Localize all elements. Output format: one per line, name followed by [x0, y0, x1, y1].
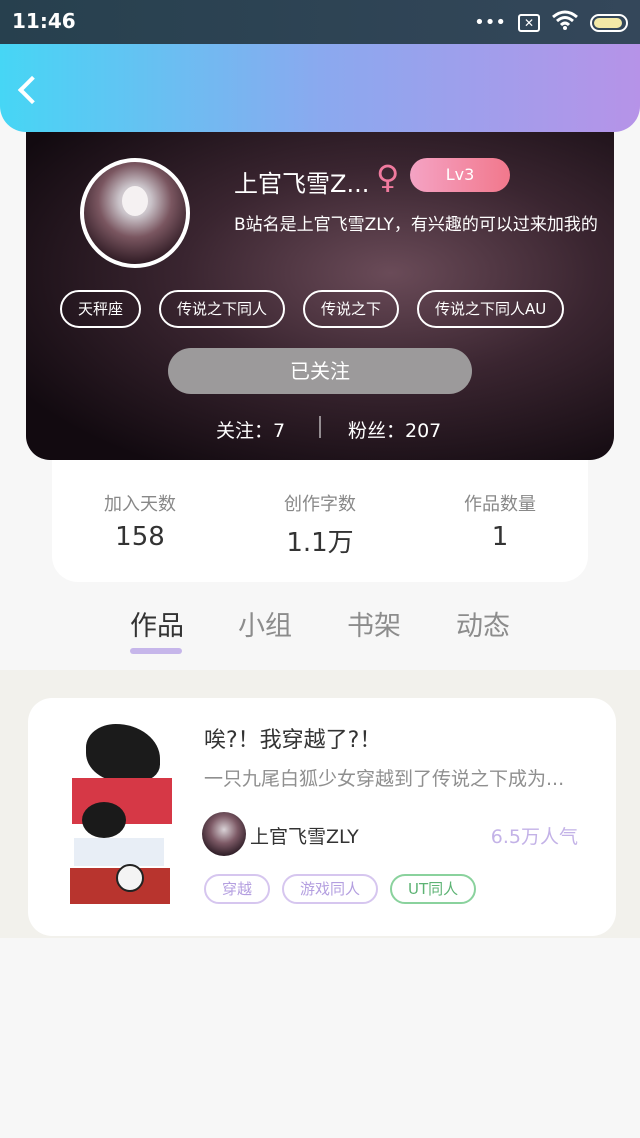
- status-bar: 11:46 ••• ✕: [0, 0, 640, 44]
- profile-bio: B站名是上官飞雪ZLY，有兴趣的可以过来加我的: [234, 215, 598, 235]
- avatar[interactable]: [80, 158, 190, 268]
- works-list: 唉?！我穿越了?！ 一只九尾白狐少女穿越到了传说之下成为... 上官飞雪ZLY …: [0, 670, 640, 938]
- stat-value: 158: [115, 522, 165, 552]
- stat-label: 创作字数: [284, 494, 356, 515]
- profile-tag[interactable]: 传说之下: [303, 290, 400, 328]
- tab-bar: 作品 小组 书架 动态: [0, 600, 640, 670]
- level-badge: Lv3: [410, 158, 510, 192]
- work-card[interactable]: 唉?！我穿越了?！ 一只九尾白狐少女穿越到了传说之下成为... 上官飞雪ZLY …: [28, 698, 616, 936]
- book-cover[interactable]: [64, 718, 176, 904]
- active-tab-indicator: [130, 648, 182, 654]
- work-tag[interactable]: 游戏同人: [282, 874, 379, 904]
- work-description: 一只九尾白狐少女穿越到了传说之下成为...: [204, 768, 565, 790]
- stat-word-count: 创作字数 1.1万: [250, 490, 390, 559]
- stat-label: 作品数量: [464, 494, 536, 515]
- stat-label: 加入天数: [104, 494, 176, 515]
- work-tag[interactable]: 穿越: [204, 874, 271, 904]
- stat-value: 1.1万: [286, 528, 354, 558]
- tab-activity[interactable]: 动态: [456, 604, 510, 643]
- stat-works-count: 作品数量 1: [430, 490, 570, 552]
- profile-tag[interactable]: 天秤座: [60, 290, 142, 328]
- tab-groups[interactable]: 小组: [238, 604, 292, 643]
- following-count[interactable]: 关注：7: [216, 416, 285, 443]
- more-dots-icon: •••: [474, 12, 506, 33]
- tab-bookshelf[interactable]: 书架: [347, 604, 401, 643]
- work-author[interactable]: 上官飞雪ZLY: [250, 822, 359, 849]
- notification-icon: ✕: [518, 13, 540, 32]
- fans-count[interactable]: 粉丝：207: [348, 416, 441, 443]
- stat-join-days: 加入天数 158: [70, 490, 210, 552]
- profile-card: 上官飞雪Z... ♀ Lv3 B站名是上官飞雪ZLY，有兴趣的可以过来加我的 天…: [26, 120, 614, 460]
- work-title[interactable]: 唉?！我穿越了?！: [204, 722, 381, 754]
- female-icon: ♀: [376, 158, 400, 196]
- author-avatar[interactable]: [202, 812, 246, 856]
- tab-works[interactable]: 作品: [130, 604, 184, 643]
- divider: [319, 416, 321, 438]
- work-tags: 穿越 游戏同人 UT同人: [204, 874, 477, 904]
- profile-tag[interactable]: 传说之下同人AU: [417, 290, 565, 328]
- stats-panel: 加入天数 158 创作字数 1.1万 作品数量 1: [52, 456, 588, 582]
- header-bar: [0, 44, 640, 132]
- status-time: 11:46: [12, 9, 76, 33]
- back-arrow-icon[interactable]: [17, 75, 47, 105]
- profile-name: 上官飞雪Z...: [234, 170, 370, 198]
- stat-value: 1: [491, 522, 509, 552]
- profile-tag[interactable]: 传说之下同人: [159, 290, 286, 328]
- battery-icon: [590, 13, 628, 32]
- wifi-icon: [552, 10, 578, 35]
- work-tag[interactable]: UT同人: [390, 874, 477, 904]
- profile-tags: 天秤座 传说之下同人 传说之下 传说之下同人AU: [60, 290, 565, 328]
- follow-counts: 关注：7 粉丝：207: [26, 412, 614, 444]
- work-popularity: 6.5万人气: [490, 826, 578, 848]
- follow-button[interactable]: 已关注: [168, 348, 472, 394]
